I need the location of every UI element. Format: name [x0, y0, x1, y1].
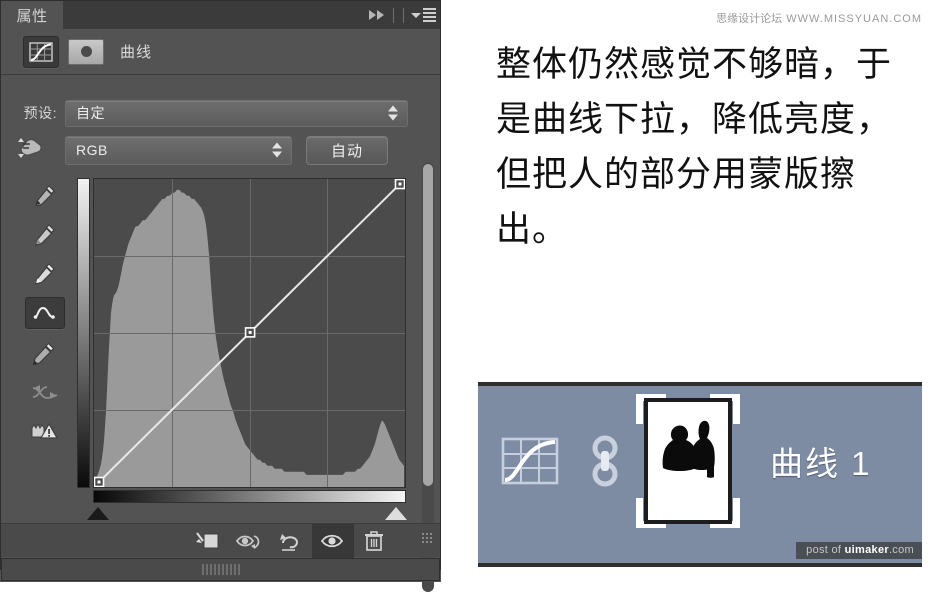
clip-to-layer-icon[interactable]	[186, 524, 228, 558]
preset-select[interactable]: 自定	[65, 99, 408, 127]
layer-row[interactable]: 曲线 1	[478, 386, 922, 536]
panel-tabbar-controls	[369, 1, 436, 29]
layer-mask-thumbnail[interactable]	[636, 386, 740, 536]
right-content: 思缘设计论坛 WWW.MISSYUAN.COM 整体仍然感觉不够暗，于是曲线下拉…	[441, 0, 930, 582]
auto-button-label: 自动	[330, 142, 363, 160]
preset-value: 自定	[76, 105, 105, 121]
dot-shape	[80, 46, 92, 57]
panel-body: 预设: 自定 RGB 自动	[1, 76, 440, 592]
watermark-bottom-prefix: post of	[806, 544, 845, 556]
auto-button[interactable]: 自动	[306, 135, 388, 165]
panel-footer-toolbar	[1, 523, 440, 558]
delete-adjustment-layer-icon[interactable]	[354, 524, 396, 558]
mask-corner-bl-v	[636, 498, 643, 528]
watermark-bottom-suffix: .com	[888, 544, 914, 556]
curves-plot	[94, 179, 405, 487]
adjustment-preset-dot-icon[interactable]	[68, 38, 104, 65]
smooth-curve-icon[interactable]	[26, 377, 64, 407]
panel-header: 曲线	[1, 29, 440, 75]
preview-previous-state-icon[interactable]	[228, 524, 270, 558]
on-image-adjustment-icon[interactable]	[1, 135, 57, 165]
output-gradient-bar	[77, 178, 90, 488]
clipping-warning-icon[interactable]	[26, 416, 64, 446]
mask-corner-tl-v	[636, 394, 643, 424]
curves-adjustment-icon[interactable]	[23, 35, 59, 68]
mask-corner-br-v	[733, 498, 740, 528]
panel-drag-ridges	[201, 564, 240, 575]
input-gradient-bar	[93, 490, 406, 503]
curve-point-tool-icon[interactable]	[25, 297, 65, 329]
screenshot-root: 属性 曲线 预设: 自定 RGB 自动 思缘设计论坛 WWW.MISSYUAN.…	[0, 0, 930, 592]
preset-label: 预设:	[23, 105, 57, 121]
black-input-slider[interactable]	[87, 507, 109, 520]
scrollbar-thumb[interactable]	[423, 164, 433, 486]
tabbar-divider	[393, 7, 394, 23]
gray-point-eyedropper-icon[interactable]	[26, 219, 64, 249]
pencil-draw-curve-icon[interactable]	[26, 338, 64, 368]
tabbar-divider-2	[403, 7, 404, 23]
mask-silhouettes	[662, 420, 715, 478]
curves-tool-column	[23, 180, 67, 446]
layer-name-label: 曲线 1	[770, 445, 872, 482]
black-point-eyedropper-icon[interactable]	[26, 180, 64, 210]
watermark-bottom: post of uimaker.com	[796, 542, 922, 559]
properties-panel: 属性 曲线 预设: 自定 RGB 自动	[0, 0, 441, 592]
tab-properties-label: 属性	[16, 7, 48, 25]
white-point-eyedropper-icon[interactable]	[26, 258, 64, 288]
reset-adjustment-icon[interactable]	[270, 524, 312, 558]
watermark-top-url: WWW.MISSYUAN.COM	[786, 13, 922, 25]
tab-properties[interactable]: 属性	[1, 1, 63, 29]
panel-tabbar: 属性	[1, 1, 440, 30]
watermark-bottom-brand: uimaker	[844, 544, 889, 556]
panel-resize-grip[interactable]	[422, 533, 432, 543]
double-chevron-right-icon[interactable]	[369, 10, 384, 20]
page-title: 曲线	[120, 44, 153, 61]
curves-grid[interactable]	[93, 178, 406, 488]
channel-value: RGB	[76, 142, 108, 158]
chevron-updown-icon	[388, 105, 398, 121]
white-input-slider[interactable]	[385, 507, 407, 520]
panel-menu-icon[interactable]	[411, 8, 436, 22]
tutorial-caption: 整体仍然感觉不够暗，于是曲线下拉，降低亮度，但把人的部分用蒙版擦出。	[496, 45, 893, 250]
channel-row: RGB 自动	[1, 134, 440, 166]
mask-corner-tr-v	[733, 394, 740, 424]
preset-row: 预设: 自定	[1, 98, 440, 128]
chevron-updown-icon-channel	[272, 142, 282, 158]
curves-graph	[77, 178, 407, 523]
curves-layer-thumbnail-icon[interactable]	[500, 434, 562, 488]
layers-panel: 曲线 1 post of uimaker.com	[478, 382, 922, 567]
watermark-top: 思缘设计论坛 WWW.MISSYUAN.COM	[716, 10, 922, 26]
layer-mask-link-icon[interactable]	[588, 433, 622, 489]
watermark-top-cn: 思缘设计论坛	[716, 13, 783, 25]
toggle-layer-visibility-icon[interactable]	[312, 523, 354, 558]
panel-bottom-bar[interactable]	[1, 558, 440, 581]
mask-image	[644, 398, 732, 524]
channel-select[interactable]: RGB	[65, 135, 292, 165]
